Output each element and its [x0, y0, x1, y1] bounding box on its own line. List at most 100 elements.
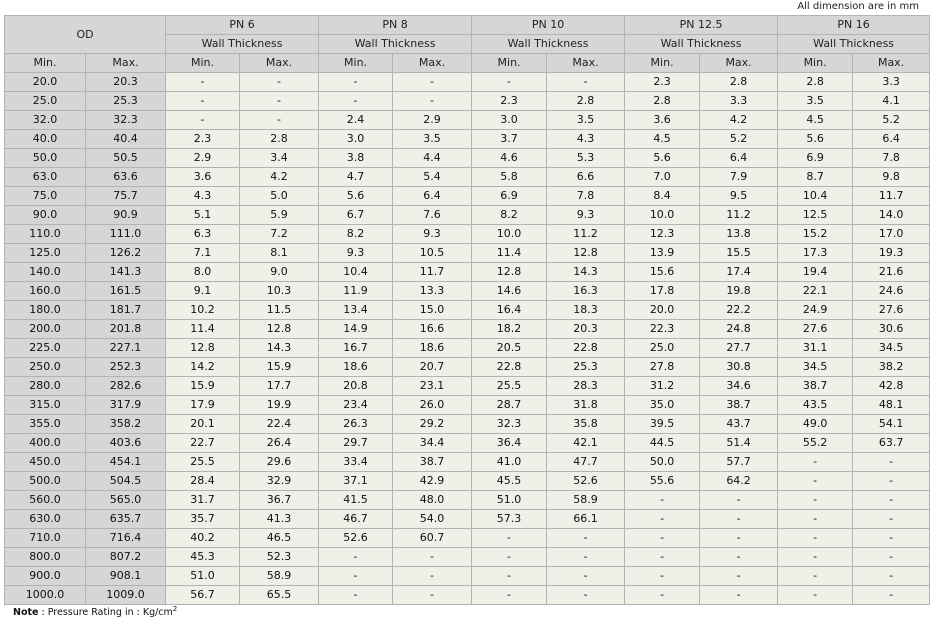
cell-pn10-min: - [471, 528, 548, 548]
cell-pn6-max: 46.5 [239, 528, 320, 548]
cell-pn16-min: 49.0 [777, 414, 854, 434]
table-row: 400.0 403.6 22.7 26.4 29.7 34.4 36.4 42.1 44.5 51… [4, 433, 931, 453]
cell-pn6-min: 8.0 [165, 262, 241, 282]
cell-pn12_5-min: 35.0 [624, 395, 701, 415]
min-header: Min. [4, 53, 86, 73]
cell-pn16-max: - [852, 585, 931, 605]
cell-od-min: 280.0 [4, 376, 86, 396]
cell-pn8-min: 41.5 [318, 490, 394, 510]
cell-pn16-max: - [852, 490, 931, 510]
cell-od-max: 252.3 [84, 357, 167, 377]
cell-pn16-min: - [777, 509, 854, 529]
cell-pn10-min: 16.4 [471, 300, 548, 320]
cell-pn6-max: 22.4 [239, 414, 320, 434]
cell-pn10-max: 31.8 [546, 395, 626, 415]
table-row: 50.0 50.5 2.9 3.4 3.8 4.4 4.6 5.3 5.6 6.4 6.9 7.8 [4, 148, 931, 168]
cell-od-min: 25.0 [4, 91, 86, 111]
cell-pn8-min: 8.2 [318, 224, 394, 244]
cell-pn10-max: 11.2 [546, 224, 626, 244]
cell-pn12_5-min: 22.3 [624, 319, 701, 339]
cell-pn8-min: 29.7 [318, 433, 394, 453]
cell-od-min: 40.0 [4, 129, 86, 149]
cell-pn10-max: 58.9 [546, 490, 626, 510]
cell-od-min: 200.0 [4, 319, 86, 339]
cell-pn16-min: 38.7 [777, 376, 854, 396]
pn-header: PN 10 [471, 15, 626, 35]
cell-pn12_5-max: 27.7 [699, 338, 779, 358]
cell-pn8-max: 23.1 [392, 376, 473, 396]
cell-pn16-min: 24.9 [777, 300, 854, 320]
cell-pn6-max: 17.7 [239, 376, 320, 396]
cell-pn6-max: 5.9 [239, 205, 320, 225]
cell-pn16-max: 48.1 [852, 395, 931, 415]
max-header: Max. [84, 53, 167, 73]
cell-pn6-min: 4.3 [165, 186, 241, 206]
cell-od-max: 181.7 [84, 300, 167, 320]
cell-od-max: 111.0 [84, 224, 167, 244]
cell-pn12_5-min: 17.8 [624, 281, 701, 301]
cell-od-max: 565.0 [84, 490, 167, 510]
cell-pn6-max: 29.6 [239, 452, 320, 472]
cell-pn6-max: 26.4 [239, 433, 320, 453]
cell-pn10-max: - [546, 547, 626, 567]
cell-od-min: 1000.0 [4, 585, 86, 605]
cell-pn8-min: 14.9 [318, 319, 394, 339]
table-row: 160.0 161.5 9.1 10.3 11.9 13.3 14.6 16.3 17.8 19.… [4, 281, 931, 301]
cell-pn10-max: 42.1 [546, 433, 626, 453]
cell-od-max: 504.5 [84, 471, 167, 491]
cell-od-min: 110.0 [4, 224, 86, 244]
cell-pn12_5-max: - [699, 566, 779, 586]
cell-pn10-min: 18.2 [471, 319, 548, 339]
cell-pn16-min: 4.5 [777, 110, 854, 130]
cell-pn8-min: 2.4 [318, 110, 394, 130]
table-row: 200.0 201.8 11.4 12.8 14.9 16.6 18.2 20.3 22.3 24… [4, 319, 931, 339]
cell-pn6-min: 5.1 [165, 205, 241, 225]
cell-od-max: 201.8 [84, 319, 167, 339]
max-header: Max. [699, 53, 779, 73]
cell-pn6-max: - [239, 110, 320, 130]
cell-pn12_5-max: 4.2 [699, 110, 779, 130]
cell-pn12_5-min: - [624, 566, 701, 586]
cell-pn10-min: 57.3 [471, 509, 548, 529]
cell-pn12_5-min: 4.5 [624, 129, 701, 149]
cell-od-min: 63.0 [4, 167, 86, 187]
cell-od-min: 315.0 [4, 395, 86, 415]
cell-pn16-max: 54.1 [852, 414, 931, 434]
cell-pn6-min: - [165, 72, 241, 92]
max-header: Max. [852, 53, 931, 73]
max-header: Max. [392, 53, 473, 73]
cell-od-min: 710.0 [4, 528, 86, 548]
cell-pn12_5-max: 38.7 [699, 395, 779, 415]
max-header: Max. [239, 53, 320, 73]
cell-pn8-min: 9.3 [318, 243, 394, 263]
cell-pn6-min: 22.7 [165, 433, 241, 453]
cell-pn16-min: 2.8 [777, 72, 854, 92]
cell-pn6-max: 65.5 [239, 585, 320, 605]
cell-pn8-max: - [392, 585, 473, 605]
wall-thickness-header: Wall Thickness [471, 34, 626, 54]
cell-pn16-max: 14.0 [852, 205, 931, 225]
cell-pn6-max: - [239, 91, 320, 111]
cell-pn12_5-min: 55.6 [624, 471, 701, 491]
table-row: 90.0 90.9 5.1 5.9 6.7 7.6 8.2 9.3 10.0 11.2 12.5 14… [4, 205, 931, 225]
cell-pn8-max: 7.6 [392, 205, 473, 225]
cell-od-min: 630.0 [4, 509, 86, 529]
wall-thickness-header: Wall Thickness [624, 34, 779, 54]
cell-pn16-min: 43.5 [777, 395, 854, 415]
table-row: 63.0 63.6 3.6 4.2 4.7 5.4 5.8 6.6 7.0 7.9 8.7 9.8 [4, 167, 931, 187]
cell-od-max: 908.1 [84, 566, 167, 586]
cell-od-max: 63.6 [84, 167, 167, 187]
cell-pn16-min: 19.4 [777, 262, 854, 282]
cell-pn6-min: 2.3 [165, 129, 241, 149]
cell-pn6-max: 3.4 [239, 148, 320, 168]
cell-pn10-min: 5.8 [471, 167, 548, 187]
cell-pn12_5-max: 43.7 [699, 414, 779, 434]
cell-pn6-min: 25.5 [165, 452, 241, 472]
cell-pn16-min: - [777, 547, 854, 567]
cell-pn10-max: 5.3 [546, 148, 626, 168]
cell-pn6-min: 2.9 [165, 148, 241, 168]
min-header: Min. [318, 53, 394, 73]
cell-pn6-max: 32.9 [239, 471, 320, 491]
cell-pn12_5-min: 20.0 [624, 300, 701, 320]
cell-pn12_5-max: 15.5 [699, 243, 779, 263]
